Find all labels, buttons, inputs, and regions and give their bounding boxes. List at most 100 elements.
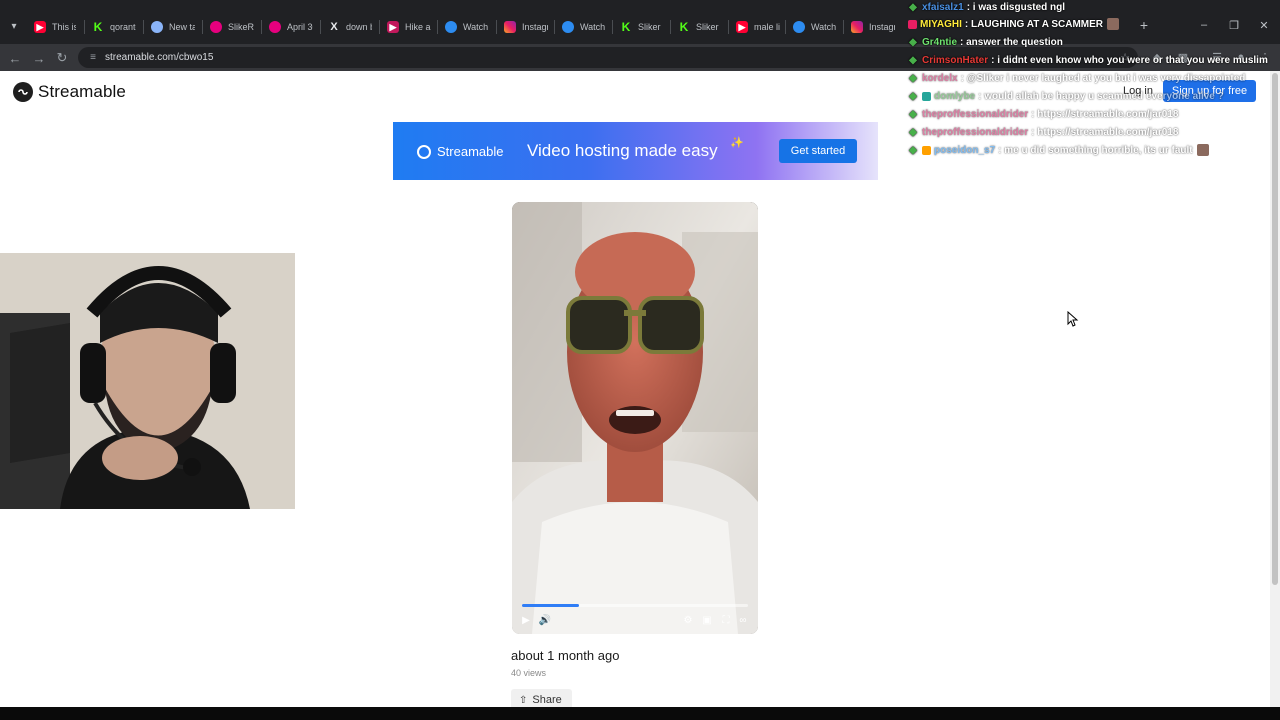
chat-text: : https://streamable.com/jar018	[1031, 108, 1179, 120]
address-url: streamable.com/cbwo15	[105, 52, 214, 63]
chat-badge-icon: ◆	[909, 144, 917, 156]
browser-tab[interactable]: ▶ Hike an	[385, 16, 431, 38]
restore-icon[interactable]: ❐	[1226, 17, 1242, 33]
play-icon[interactable]: ▶	[520, 614, 532, 626]
volume-icon[interactable]: 🔊	[539, 614, 551, 626]
chat-badge-icon: ◆	[909, 1, 917, 13]
chat-username: CrimsonHater	[922, 54, 989, 66]
site-info-icon[interactable]: ≡	[87, 52, 99, 64]
forward-arrow-icon[interactable]: →	[30, 49, 48, 67]
chat-username: Gr4ntie	[922, 36, 958, 48]
browser-tab[interactable]: ▶ male li	[734, 16, 780, 38]
browser-tab[interactable]: April 30	[267, 16, 313, 38]
chat-badge-icon	[908, 19, 917, 29]
close-icon[interactable]: ✕	[1256, 17, 1272, 33]
hike-icon: ▶	[387, 21, 399, 33]
streamable-logo-icon	[417, 144, 431, 159]
chat-text: : https://streamable.com/jar018	[1031, 126, 1179, 138]
mouse-cursor-icon	[1067, 311, 1079, 327]
chat-badge-icon: ◆	[909, 54, 917, 66]
chat-username: xfaisalz1	[922, 1, 964, 13]
pink-app-icon	[210, 21, 222, 33]
progress-bar[interactable]	[522, 604, 748, 607]
streamable-logo-icon	[13, 82, 33, 102]
instagram-icon	[504, 21, 516, 33]
browser-tab[interactable]: Watch	[560, 16, 606, 38]
tab-label: Watch	[811, 22, 837, 32]
settings-gear-icon[interactable]: ⚙	[682, 614, 694, 626]
tab-label: SlikeR	[228, 22, 254, 32]
tab-label: Instagr	[522, 22, 548, 32]
banner-logo: Streamable	[417, 144, 503, 159]
get-started-button[interactable]: Get started	[779, 139, 857, 163]
tab-label: Watch	[580, 22, 606, 32]
browser-tab[interactable]: K Sliker	[618, 16, 664, 38]
chat-username: MIYAGHI	[920, 18, 962, 30]
kick-icon: K	[93, 20, 103, 34]
reload-icon[interactable]: ↻	[53, 49, 71, 67]
chat-text: : answer the question	[960, 36, 1063, 48]
chat-message: ◆ theproffessionaldrider : https://strea…	[908, 107, 1178, 121]
chat-username: theproffessionaldrider	[922, 126, 1029, 138]
browser-tab[interactable]: SlikeR	[208, 16, 254, 38]
tab-label: New tab	[169, 22, 195, 32]
fullscreen-icon[interactable]: ⛶	[720, 614, 732, 626]
chat-message: ◆ poseidon_s7 : me u did something horri…	[908, 143, 1209, 157]
chat-badge-icon	[922, 91, 931, 101]
ad-banner[interactable]: Streamable Video hosting made easy ✨ Get…	[393, 122, 878, 180]
tab-search-chevron-icon[interactable]: ▾	[6, 18, 22, 34]
tab-label: This is a	[52, 22, 76, 32]
chat-badge-icon: ◆	[909, 72, 917, 84]
chat-username: domlybe	[934, 90, 976, 102]
chat-message: ◆ domlybe : would allah be happy u scamm…	[908, 89, 1224, 103]
tab-label: Hike an	[405, 22, 431, 32]
tab-label: April 30	[287, 22, 313, 32]
back-arrow-icon[interactable]: ←	[6, 49, 24, 67]
browser-tab[interactable]: X down b	[326, 16, 372, 38]
browser-tab[interactable]: ▶ This is a	[32, 16, 76, 38]
video-frame	[512, 202, 758, 634]
browser-tab[interactable]: Watch	[791, 16, 837, 38]
webcam-frame	[0, 253, 295, 509]
new-tab-plus-icon[interactable]: +	[1136, 17, 1152, 33]
streamable-logo-icon[interactable]: ∞	[737, 614, 749, 626]
chat-text: : i was disgusted ngl	[966, 1, 1066, 13]
browser-tab[interactable]: New tab	[149, 16, 195, 38]
banner-brand: Streamable	[437, 144, 504, 159]
minimize-icon[interactable]: –	[1196, 17, 1212, 33]
chat-message: MIYAGHI : LAUGHING AT A SCAMMER	[908, 17, 1120, 31]
tab-label: qorantc	[110, 22, 136, 32]
streamer-webcam	[0, 253, 295, 509]
youtube-icon: ▶	[736, 21, 748, 33]
chat-message: ◆ theproffessionaldrider : https://strea…	[908, 125, 1178, 139]
chat-text: : @Sliker i never laughed at you but i w…	[960, 72, 1246, 84]
picture-in-picture-icon[interactable]: ▣	[701, 614, 713, 626]
banner-tagline: Video hosting made easy	[527, 141, 718, 160]
browser-tab[interactable]: Instagr	[502, 16, 548, 38]
chat-emote	[1107, 18, 1120, 30]
browser-tab[interactable]: Instagr	[849, 16, 895, 38]
scrollbar-thumb[interactable]	[1272, 73, 1278, 585]
page-scrollbar[interactable]	[1270, 71, 1280, 707]
streamable-logo[interactable]: Streamable	[13, 82, 126, 102]
browser-tab[interactable]: K Sliker	[676, 16, 722, 38]
chat-text: : me u did something horrible, its ur fa…	[998, 144, 1193, 156]
screen: ▾ ▶ This is a K qorantc New tab SlikeR A…	[0, 0, 1280, 720]
tab-label: down b	[346, 22, 372, 32]
tab-label: Instagr	[869, 22, 895, 32]
video-player[interactable]: ▶ 🔊 ⚙ ▣ ⛶ ∞	[512, 202, 758, 634]
browser-tab[interactable]: K qorantc	[90, 16, 136, 38]
streamable-logo-text: Streamable	[38, 82, 126, 101]
chat-username: kordelx	[922, 72, 958, 84]
chat-badge-icon: ◆	[909, 108, 917, 120]
browser-tab[interactable]: Watch	[443, 16, 489, 38]
chat-text: : would allah be happy u scammed everyon…	[978, 90, 1224, 102]
chat-text: : LAUGHING AT A SCAMMER	[964, 18, 1104, 30]
chat-badge-icon: ◆	[909, 36, 917, 48]
chat-message: ◆ xfaisalz1 : i was disgusted ngl	[908, 0, 1065, 14]
progress-fill	[522, 604, 579, 607]
tab-label: Sliker	[638, 22, 661, 32]
chat-text: : i didnt even know who you were or that…	[991, 54, 1268, 66]
chat-message: ◆ Gr4ntie : answer the question	[908, 35, 1063, 49]
share-label: Share	[532, 694, 562, 706]
